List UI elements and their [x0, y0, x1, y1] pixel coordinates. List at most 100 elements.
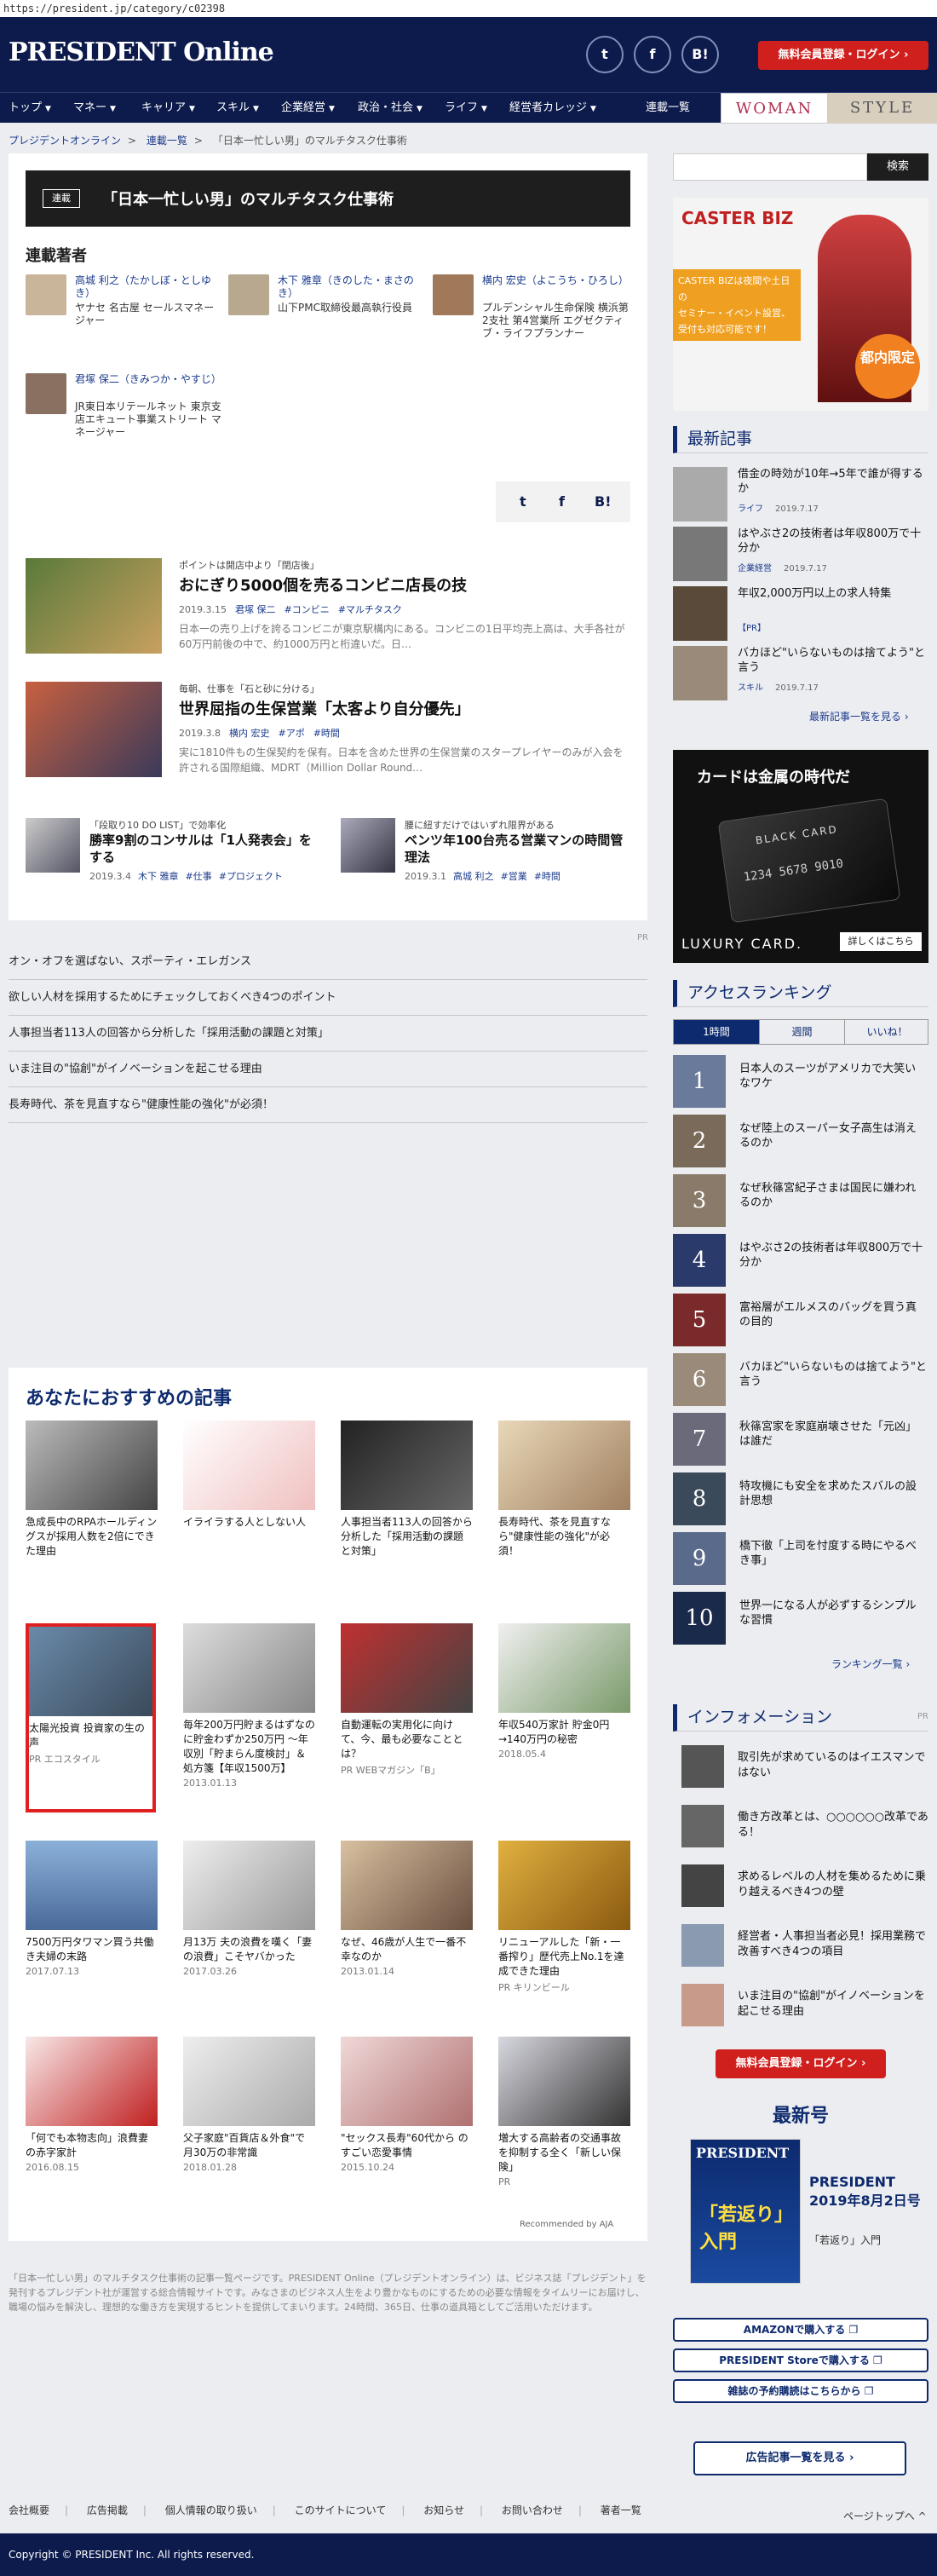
- twitter-icon[interactable]: t: [520, 493, 526, 510]
- recommend-card[interactable]: 急成長中のRPAホールディングスが採用人数を2倍にできた理由: [26, 1421, 158, 1559]
- article-author[interactable]: 君塚 保二: [235, 604, 276, 615]
- ranking-item[interactable]: 3 なぜ秋篠宮紀子さまは国民に嫌われるのか: [673, 1174, 928, 1234]
- login-button-sidebar[interactable]: 無料会員登録・ログイン ›: [716, 2049, 886, 2078]
- info-item[interactable]: 経営者・人事担当者必見！採用業務で改善すべき4つの項目: [673, 1924, 928, 1974]
- article-tag[interactable]: #営業: [500, 871, 526, 882]
- breadcrumb-home[interactable]: プレジデントオンライン: [9, 135, 121, 147]
- ranking-more-link[interactable]: ランキング一覧 ›: [831, 1657, 910, 1671]
- info-thumbnail[interactable]: [681, 1745, 724, 1788]
- pr-link[interactable]: 人事担当者113人の回答から分析した「採用活動の課題と対策」: [9, 1016, 647, 1052]
- article-title[interactable]: 勝率9割のコンサルは「1人発表会」をする: [89, 832, 319, 866]
- recommend-card[interactable]: イライラする人としない人: [183, 1421, 315, 1530]
- recommend-title[interactable]: 長寿時代、茶を見直すなら"健康性能の強化"が必須！: [498, 1515, 630, 1559]
- recommend-card[interactable]: なぜ、46歳が人生で一番不幸なのか 2013.01.14: [341, 1841, 473, 1977]
- ranking-item[interactable]: 4 はやぶさ2の技術者は年収800万で十分か: [673, 1234, 928, 1294]
- article-card[interactable]: ポイントは開店中より「閉店後」 おにぎり5000個を売るコンビニ店長の技 201…: [26, 558, 630, 665]
- article-author[interactable]: 高城 利之: [453, 871, 494, 882]
- recommend-image[interactable]: [498, 2037, 630, 2126]
- recommend-image[interactable]: [26, 2037, 158, 2126]
- recommend-card[interactable]: 太陽光投資 投資家の生の声 PR エコスタイル: [29, 1627, 152, 1766]
- footer-link[interactable]: お知らせ: [423, 2504, 464, 2516]
- recommend-card[interactable]: "セックス長寿"60代から のすごい恋愛事情 2015.10.24: [341, 2037, 473, 2173]
- recommend-card[interactable]: リニューアルした「新・一番搾り」歴代売上No.1を達成できた理由 PR キリンビー…: [498, 1841, 630, 1994]
- article-tag[interactable]: #マルチタスク: [338, 604, 402, 615]
- recommend-card[interactable]: 毎年200万円貯まるはずなのに貯金わずか250万円 〜年収別「貯まらん度検討」＆…: [183, 1623, 315, 1789]
- author-name[interactable]: 横内 宏史（よこうち・ひろし）: [482, 274, 629, 287]
- latest-title[interactable]: 借金の時効が10年→5年で誰が得するか: [738, 467, 925, 496]
- ad-articles-button[interactable]: 広告記事一覧を見る ›: [693, 2441, 906, 2475]
- style-link[interactable]: STYLE: [828, 93, 937, 124]
- breadcrumb-series-list[interactable]: 連載一覧: [147, 135, 187, 147]
- info-item[interactable]: いま注目の"協創"がイノベーションを起こせる理由: [673, 1984, 928, 2033]
- article-tag[interactable]: #時間: [313, 728, 340, 739]
- woman-link[interactable]: WOMAN: [721, 93, 828, 124]
- author-card[interactable]: 横内 宏史（よこうち・ひろし） プルデンシャル生命保険 横浜第2支社 第4営業所…: [433, 274, 629, 360]
- recommend-image[interactable]: [341, 2037, 473, 2126]
- rank-title[interactable]: 日本人のスーツがアメリカで大笑いなワケ: [739, 1062, 927, 1091]
- recommend-title[interactable]: 毎年200万円貯まるはずなのに貯金わずか250万円 〜年収別「貯まらん度検討」＆…: [183, 1718, 315, 1776]
- nav-career[interactable]: キャリア ▼: [141, 93, 195, 124]
- facebook-icon[interactable]: f: [634, 36, 671, 73]
- recommend-title[interactable]: リニューアルした「新・一番搾り」歴代売上No.1を達成できた理由: [498, 1935, 630, 1979]
- latest-item[interactable]: バカほど"いらないものは捨てよう"と言う スキル 2019.7.17: [673, 646, 928, 706]
- info-item[interactable]: 取引先が求めているのはイエスマンではない: [673, 1745, 928, 1795]
- footer-link[interactable]: 会社概要: [9, 2504, 49, 2516]
- site-logo[interactable]: PRESIDENT Online: [9, 37, 274, 67]
- recommend-title[interactable]: "セックス長寿"60代から のすごい恋愛事情: [341, 2131, 473, 2160]
- issue-cover[interactable]: PRESIDENT 「若返り」入門: [690, 2139, 801, 2284]
- recommend-card[interactable]: 長寿時代、茶を見直すなら"健康性能の強化"が必須！: [498, 1421, 630, 1559]
- rank-title[interactable]: バカほど"いらないものは捨てよう"と言う: [739, 1360, 927, 1389]
- recommend-title[interactable]: 父子家庭"百貨店＆外食"で月30万の非常識: [183, 2131, 315, 2160]
- footer-link[interactable]: 著者一覧: [601, 2504, 641, 2516]
- ranking-item[interactable]: 10 世界一になる人が必ずするシンプルな習慣: [673, 1592, 928, 1651]
- footer-link[interactable]: 広告掲載: [87, 2504, 128, 2516]
- recommend-credit[interactable]: Recommended by AJA: [520, 2220, 613, 2229]
- twitter-icon[interactable]: t: [586, 36, 624, 73]
- hatena-icon[interactable]: B!: [681, 36, 719, 73]
- tab-1hour[interactable]: 1時間: [674, 1020, 759, 1044]
- latest-title[interactable]: はやぶさ2の技術者は年収800万で十分か: [738, 527, 925, 556]
- nav-politics[interactable]: 政治・社会 ▼: [358, 93, 423, 124]
- ranking-item[interactable]: 1 日本人のスーツがアメリカで大笑いなワケ: [673, 1055, 928, 1115]
- nav-series-list[interactable]: 連載一覧: [646, 93, 690, 124]
- login-button[interactable]: 無料会員登録・ログイン ›: [758, 41, 928, 70]
- info-thumbnail[interactable]: [681, 1805, 724, 1847]
- recommend-image[interactable]: [183, 1623, 315, 1713]
- nav-management[interactable]: 企業経営 ▼: [281, 93, 335, 124]
- recommend-image[interactable]: [341, 1421, 473, 1510]
- recommend-card[interactable]: 7500万円タワマン買う共働き夫婦の末路 2017.07.13: [26, 1841, 158, 1977]
- facebook-icon[interactable]: f: [559, 493, 565, 510]
- ranking-item[interactable]: 9 橋下徹「上司を忖度する時にやるべき事」: [673, 1532, 928, 1592]
- author-name[interactable]: 木下 雅章（きのした・まさのき）: [278, 274, 424, 300]
- author-card[interactable]: 高城 利之（たかしぼ・としゆき） ヤナセ 名古屋 セールスマネージャー: [26, 274, 221, 360]
- latest-title[interactable]: 年収2,000万円以上の求人特集: [738, 586, 925, 601]
- tab-weekly[interactable]: 週間: [759, 1020, 844, 1044]
- author-card[interactable]: 木下 雅章（きのした・まさのき） 山下PMC取締役最高執行役員: [228, 274, 424, 360]
- nav-money[interactable]: マネー ▼: [73, 93, 116, 124]
- article-title[interactable]: ベンツ年100台売る営業マンの時間管理法: [405, 832, 635, 866]
- nav-skill[interactable]: スキル ▼: [216, 93, 259, 124]
- tab-likes[interactable]: いいね！: [844, 1020, 929, 1044]
- article-thumbnail[interactable]: [26, 558, 162, 654]
- recommend-image[interactable]: [26, 1421, 158, 1510]
- recommend-image[interactable]: [183, 1841, 315, 1930]
- pr-link[interactable]: 長寿時代、茶を見直すなら"健康性能の強化"が必須！: [9, 1087, 647, 1123]
- recommend-title[interactable]: 増大する高齢者の交通事故を抑制する全く「新しい保険」: [498, 2131, 630, 2175]
- recommend-title[interactable]: 人事担当者113人の回答から分析した「採用活動の課題と対策」: [341, 1515, 473, 1559]
- rank-title[interactable]: 富裕層がエルメスのバッグを買う真の目的: [739, 1300, 927, 1329]
- article-tag[interactable]: #プロジェクト: [219, 871, 283, 882]
- pr-link[interactable]: オン・オフを選ばない、スポーティ・エレガンス: [9, 944, 647, 980]
- author-name[interactable]: 君塚 保二（きみつか・やすじ）: [75, 373, 221, 386]
- nav-college[interactable]: 経営者カレッジ ▼: [509, 93, 596, 124]
- recommend-title[interactable]: 年収540万家計 貯金0円→140万円の秘密: [498, 1718, 630, 1747]
- recommend-card[interactable]: 増大する高齢者の交通事故を抑制する全く「新しい保険」 PR: [498, 2037, 630, 2187]
- recommend-card[interactable]: 年収540万家計 貯金0円→140万円の秘密 2018.05.4: [498, 1623, 630, 1760]
- nav-life[interactable]: ライフ ▼: [445, 93, 487, 124]
- recommend-card[interactable]: 父子家庭"百貨店＆外食"で月30万の非常識 2018.01.28: [183, 2037, 315, 2173]
- address-bar[interactable]: https://president.jp/category/c02398: [0, 0, 937, 17]
- author-name[interactable]: 高城 利之（たかしぼ・としゆき）: [75, 274, 221, 300]
- article-title[interactable]: おにぎり5000個を売るコンビニ店長の技: [179, 573, 467, 596]
- recommend-image[interactable]: [26, 1841, 158, 1930]
- latest-item[interactable]: はやぶさ2の技術者は年収800万で十分か 企業経営 2019.7.17: [673, 527, 928, 586]
- info-thumbnail[interactable]: [681, 1984, 724, 2026]
